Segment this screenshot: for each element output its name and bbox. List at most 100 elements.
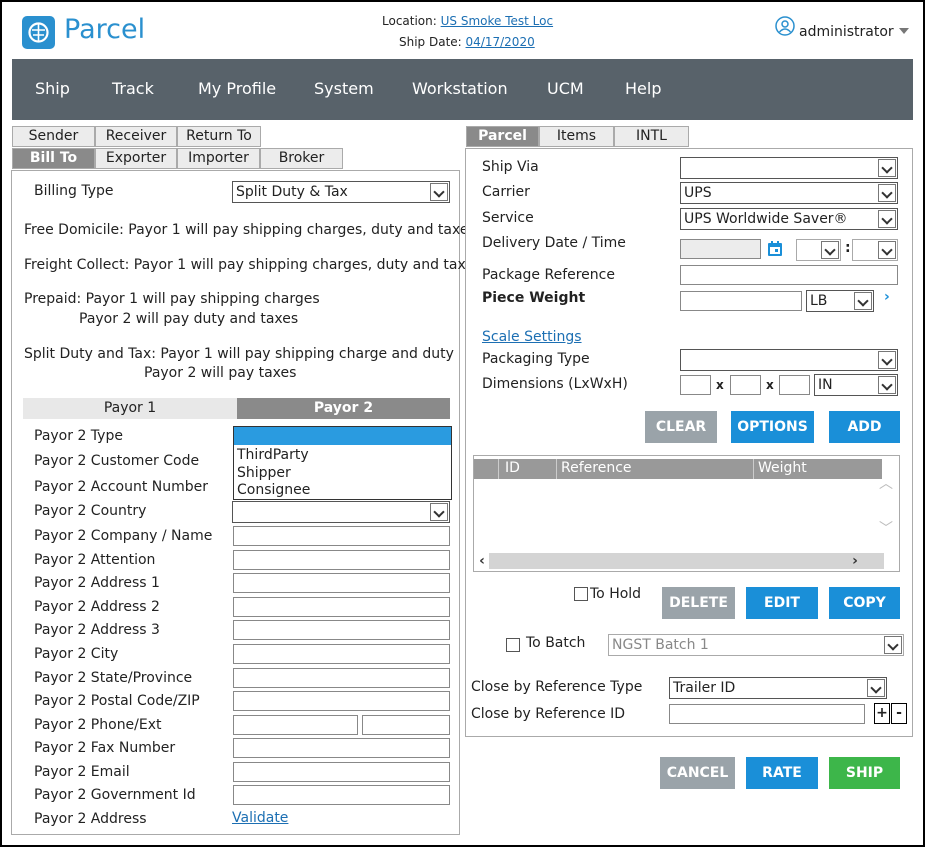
- payor2-ext-input[interactable]: [362, 715, 450, 735]
- billing-type-value: Split Duty & Tax: [236, 184, 348, 200]
- piece-weight-label: Piece Weight: [482, 290, 586, 306]
- packaging-type-select[interactable]: [680, 349, 898, 371]
- carrier-label: Carrier: [482, 184, 530, 200]
- piece-weight-input[interactable]: [680, 291, 802, 311]
- payor2-city-label: Payor 2 City: [34, 646, 119, 662]
- dropdown-option-empty[interactable]: [234, 427, 451, 445]
- dim-unit-select[interactable]: IN: [814, 374, 898, 396]
- dropdown-option-thirdparty[interactable]: ThirdParty: [237, 447, 309, 463]
- add-button[interactable]: ADD: [829, 411, 900, 443]
- tab-broker[interactable]: Broker: [260, 148, 343, 169]
- clear-button[interactable]: CLEAR: [645, 411, 717, 443]
- close-ref-type-select[interactable]: Trailer ID: [669, 677, 887, 699]
- ship-via-select[interactable]: [680, 157, 898, 179]
- delivery-hour-select[interactable]: [796, 239, 841, 261]
- payor2-attention-input[interactable]: [233, 550, 450, 570]
- desc-free-domicile: Free Domicile: Payor 1 will pay shipping…: [24, 222, 476, 238]
- cancel-button[interactable]: CANCEL: [660, 757, 735, 789]
- grid-header-weight[interactable]: Weight: [758, 460, 807, 476]
- payor2-email-input[interactable]: [233, 762, 450, 782]
- carrier-select[interactable]: UPS: [680, 182, 898, 204]
- to-batch-label: To Batch: [526, 635, 586, 651]
- chevron-down-icon: [854, 292, 872, 310]
- chevron-right-icon[interactable]: ›: [884, 289, 890, 305]
- dim-height-input[interactable]: [779, 375, 810, 395]
- delivery-minute-select[interactable]: [852, 239, 898, 261]
- close-ref-id-input[interactable]: [669, 704, 865, 724]
- payor2-type-dropdown[interactable]: ThirdParty Shipper Consignee: [233, 426, 452, 500]
- payor2-phone-input[interactable]: [233, 715, 358, 735]
- dim-length-input[interactable]: [680, 375, 711, 395]
- payor2-company-input[interactable]: [233, 526, 450, 546]
- payor2-state-input[interactable]: [233, 668, 450, 688]
- user-name[interactable]: administrator: [799, 24, 894, 40]
- location-link[interactable]: US Smoke Test Loc: [441, 14, 553, 28]
- payor2-city-input[interactable]: [233, 644, 450, 664]
- tab-receiver[interactable]: Receiver: [95, 126, 177, 147]
- tab-return-to[interactable]: Return To: [177, 126, 261, 147]
- payor2-address1-input[interactable]: [233, 573, 450, 593]
- nav-workstation[interactable]: Workstation: [412, 79, 508, 98]
- ship-date-link[interactable]: 04/17/2020: [466, 35, 535, 49]
- nav-help[interactable]: Help: [625, 79, 661, 98]
- tab-exporter[interactable]: Exporter: [95, 148, 177, 169]
- grid-header-id[interactable]: ID: [505, 460, 520, 476]
- billing-type-label: Billing Type: [34, 183, 114, 199]
- chevron-up-icon[interactable]: ︿: [879, 473, 893, 493]
- payor2-phone-label: Payor 2 Phone/Ext: [34, 717, 162, 733]
- delete-button[interactable]: DELETE: [662, 587, 735, 619]
- tab-intl[interactable]: INTL: [614, 126, 689, 147]
- close-ref-id-label: Close by Reference ID: [471, 706, 626, 722]
- tab-importer[interactable]: Importer: [177, 148, 260, 169]
- tab-sender[interactable]: Sender: [12, 126, 95, 147]
- ship-button[interactable]: SHIP: [829, 757, 900, 789]
- plus-button[interactable]: +: [874, 703, 890, 724]
- tab-parcel[interactable]: Parcel: [466, 126, 539, 147]
- chevron-down-icon[interactable]: ﹀: [879, 518, 893, 538]
- payor2-postal-input[interactable]: [233, 691, 450, 711]
- tab-bill-to[interactable]: Bill To: [12, 148, 95, 169]
- to-hold-checkbox[interactable]: [574, 587, 588, 601]
- minus-button[interactable]: -: [891, 703, 907, 724]
- nav-system[interactable]: System: [314, 79, 374, 98]
- calendar-icon[interactable]: [766, 240, 784, 258]
- validate-link[interactable]: Validate: [232, 810, 288, 826]
- batch-select[interactable]: NGST Batch 1: [608, 634, 904, 656]
- payor2-fax-input[interactable]: [233, 738, 450, 758]
- billing-type-select[interactable]: Split Duty & Tax: [232, 181, 450, 203]
- location-label: Location:: [382, 14, 437, 28]
- package-reference-input[interactable]: [680, 265, 898, 285]
- chevron-down-icon[interactable]: [899, 28, 909, 34]
- tab-payor-1[interactable]: Payor 1: [23, 398, 237, 419]
- dropdown-option-consignee[interactable]: Consignee: [237, 482, 310, 498]
- chevron-right-icon[interactable]: ›: [847, 553, 863, 569]
- dim-width-input[interactable]: [730, 375, 761, 395]
- nav-ucm[interactable]: UCM: [547, 79, 584, 98]
- nav-ship[interactable]: Ship: [35, 79, 70, 98]
- payor2-address2-input[interactable]: [233, 597, 450, 617]
- to-batch-checkbox[interactable]: [506, 638, 520, 652]
- horizontal-scrollbar[interactable]: [489, 553, 884, 569]
- copy-button[interactable]: COPY: [829, 587, 900, 619]
- payor2-country-select[interactable]: [232, 501, 450, 523]
- edit-button[interactable]: EDIT: [746, 587, 818, 619]
- rate-button[interactable]: RATE: [746, 757, 818, 789]
- dropdown-option-shipper[interactable]: Shipper: [237, 465, 291, 481]
- delivery-date-input[interactable]: [680, 239, 761, 259]
- scale-settings-link[interactable]: Scale Settings: [482, 329, 582, 345]
- chevron-down-icon: [878, 159, 896, 177]
- options-button[interactable]: OPTIONS: [731, 411, 814, 443]
- chevron-down-icon: [867, 679, 885, 697]
- weight-unit-select[interactable]: LB: [806, 290, 874, 312]
- tab-payor-2[interactable]: Payor 2: [237, 398, 450, 419]
- nav-my-profile[interactable]: My Profile: [198, 79, 276, 98]
- service-select[interactable]: UPS Worldwide Saver®: [680, 208, 898, 230]
- grid-header-reference[interactable]: Reference: [561, 460, 632, 476]
- tab-items[interactable]: Items: [539, 126, 614, 147]
- nav-track[interactable]: Track: [112, 79, 154, 98]
- payor2-address3-input[interactable]: [233, 620, 450, 640]
- payor2-government-id-input[interactable]: [233, 785, 450, 805]
- chevron-left-icon[interactable]: ‹: [474, 553, 490, 569]
- user-icon[interactable]: [775, 16, 795, 36]
- time-separator: :: [845, 240, 851, 256]
